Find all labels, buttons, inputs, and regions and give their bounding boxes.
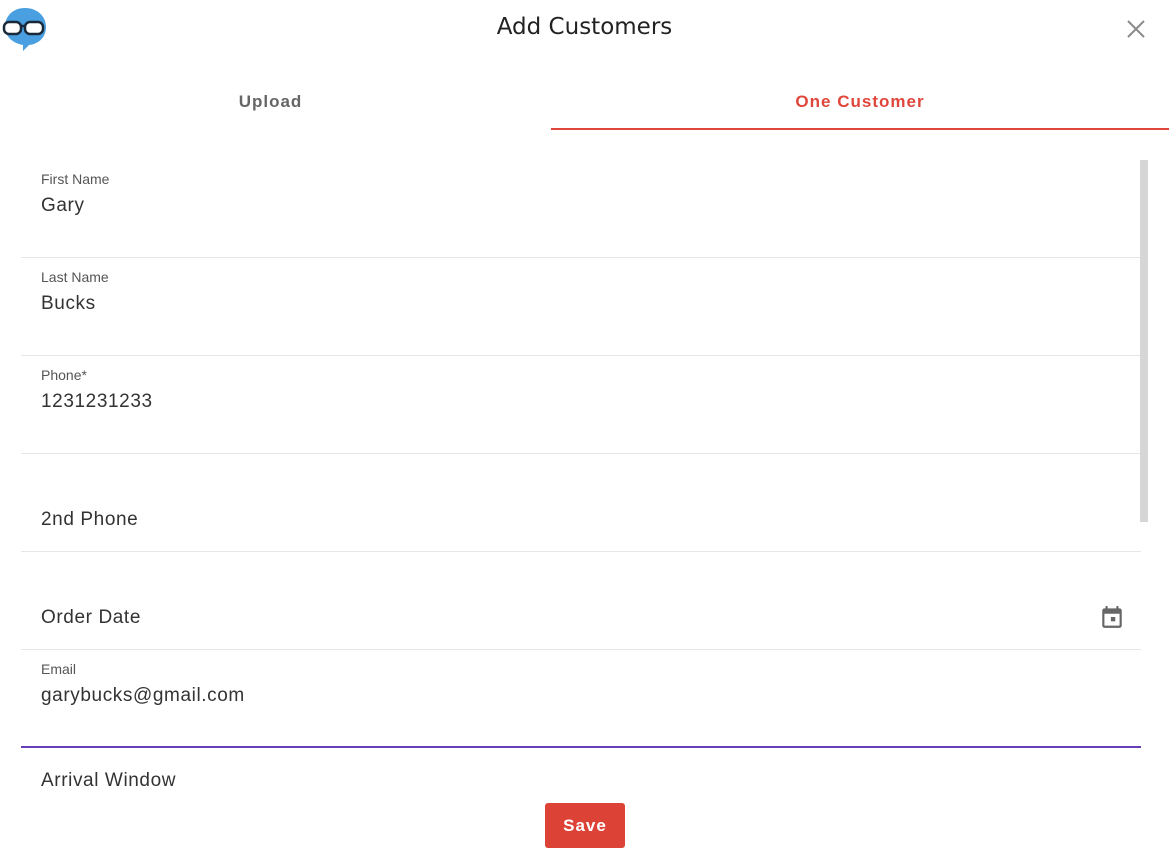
first-name-field[interactable]: First Name Gary bbox=[21, 160, 1141, 258]
tab-upload[interactable]: Upload bbox=[0, 78, 541, 130]
arrival-window-field[interactable]: Arrival Window bbox=[21, 750, 1141, 786]
first-name-value: Gary bbox=[41, 195, 85, 216]
phone-value: 1231231233 bbox=[41, 391, 153, 412]
last-name-value: Bucks bbox=[41, 293, 96, 314]
tab-one-customer[interactable]: One Customer bbox=[551, 78, 1169, 130]
second-phone-placeholder: 2nd Phone bbox=[41, 509, 139, 530]
dialog-title: Add Customers bbox=[496, 14, 673, 40]
add-customers-dialog: Add Customers Upload One Customer First … bbox=[0, 0, 1169, 859]
form-scrollbar[interactable] bbox=[1140, 160, 1148, 522]
last-name-label: Last Name bbox=[41, 269, 109, 285]
calendar-icon[interactable] bbox=[1099, 604, 1125, 630]
phone-label: Phone* bbox=[41, 367, 87, 383]
first-name-label: First Name bbox=[41, 171, 110, 187]
active-tab-indicator bbox=[551, 128, 1169, 130]
order-date-placeholder: Order Date bbox=[41, 607, 141, 628]
phone-field[interactable]: Phone* 1231231233 bbox=[21, 356, 1141, 454]
close-icon[interactable] bbox=[1122, 15, 1150, 43]
second-phone-field[interactable]: 2nd Phone bbox=[21, 454, 1141, 552]
customer-form: First Name Gary Last Name Bucks Phone* 1… bbox=[21, 160, 1141, 786]
order-date-field[interactable]: Order Date bbox=[21, 552, 1141, 650]
save-button[interactable]: Save bbox=[545, 803, 625, 848]
email-value: garybucks@gmail.com bbox=[41, 685, 245, 706]
email-label: Email bbox=[41, 661, 77, 677]
email-field[interactable]: Email garybucks@gmail.com bbox=[21, 650, 1141, 748]
arrival-window-placeholder: Arrival Window bbox=[41, 770, 177, 786]
tab-bar: Upload One Customer bbox=[0, 78, 1169, 132]
last-name-field[interactable]: Last Name Bucks bbox=[21, 258, 1141, 356]
